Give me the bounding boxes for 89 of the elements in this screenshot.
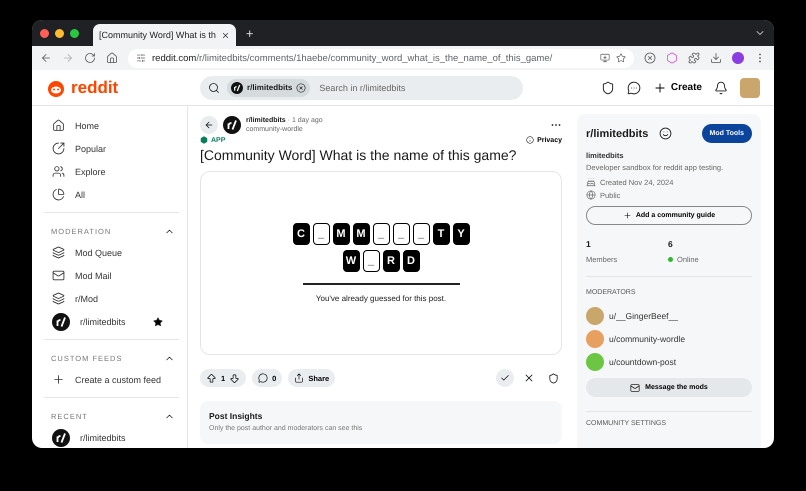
info-icon [526,136,534,144]
address-bar[interactable]: reddit.com/r/limitedbits/comments/1haebe/community_word_what_is_the_name_of_this_game/ [128,48,634,68]
app-icon [200,136,208,144]
stat-value: 1 [586,239,592,249]
nav-icon [52,119,65,132]
share-icon [294,373,304,383]
minimize-window-dot[interactable] [55,28,64,38]
search-icon [208,82,220,94]
plus-icon [622,211,632,220]
community-filter-chip[interactable]: r/limitedbits [227,78,310,96]
profile-avatar[interactable] [732,52,744,64]
moderator-item[interactable]: u/countdown-post [586,350,752,373]
nav-icon [52,165,65,178]
sidebar-item[interactable]: r/Mod [44,287,179,310]
reload-icon [84,52,96,64]
close-icon [523,372,535,384]
cake-icon [586,177,596,187]
notification-icon [714,80,728,94]
blank-tile: _ [372,223,390,245]
moderator-item[interactable]: u/__GingerBeef__ [586,304,752,327]
mod-icon [52,292,65,305]
maximize-window-dot[interactable] [70,28,79,38]
letter-tile: W [342,250,360,272]
check-icon [500,373,510,383]
remove-icon [296,82,306,92]
nav-icon [52,142,65,155]
nav-icon [52,188,65,201]
mail-icon [630,382,640,392]
bookmark-icon [616,53,626,63]
approve-button[interactable] [496,369,514,387]
globe-icon [586,190,596,200]
downvote-icon [229,372,240,384]
letter-tile: C [292,223,310,245]
extension-icon [666,52,678,64]
smiley-icon [659,127,672,140]
shield-icon [548,372,558,384]
new-tab-button[interactable]: + [246,26,254,40]
back-button[interactable] [200,116,218,134]
sidebar-item[interactable]: Popular [44,137,179,160]
home-icon [106,52,118,64]
plus-icon [52,373,65,386]
letter-tile: Y [452,223,470,245]
upvote-icon [206,372,217,384]
download-icon [710,52,722,64]
moderator-item[interactable]: u/community-wordle [586,327,752,350]
mod-icon [52,246,65,259]
search-field[interactable]: r/limitedbits Search in r/limitedbits [200,76,523,100]
blank-tile: _ [312,223,330,245]
sidebar-item[interactable]: All [44,183,179,206]
blank-tile: _ [412,223,430,245]
guess-message: You've already guessed for this post. [316,294,446,303]
star-icon [153,316,163,326]
site-settings-icon [136,53,146,63]
letter-tile: M [332,223,350,245]
blank-tile: _ [362,250,380,272]
community-icon [223,116,241,134]
sidebar-item[interactable]: Explore [44,160,179,183]
plus-icon [652,80,667,94]
letter-tile: R [382,250,400,272]
mod-shield-icon [600,80,615,94]
comment-icon [258,373,268,383]
close-window-dot[interactable] [40,28,49,38]
community-icon [52,312,70,330]
back-icon [40,52,52,64]
letter-tile: D [402,250,420,272]
insights-title: Post Insights [209,411,264,421]
browser-tab[interactable]: [Community Word] What is th [93,24,236,46]
sidebar-item[interactable]: Create a custom feed [44,368,179,391]
letter-tile: T [432,223,450,245]
back-icon [204,120,214,130]
stat-value: 6 [668,239,674,249]
chat-icon [626,80,641,94]
community-icon [231,82,243,94]
sidebar-item[interactable]: Home [44,114,179,137]
create-button[interactable]: Create [652,80,702,94]
sidebar-item[interactable]: Mod Queue [44,241,179,264]
blank-tile: _ [392,223,410,245]
letter-tile: M [352,223,370,245]
sidebar-item[interactable]: r/limitedbits [44,310,179,333]
extensions-icon [688,52,700,64]
forward-icon [62,52,74,64]
sidebar-item[interactable]: Mod Mail [44,264,179,287]
extension-icon [644,52,656,64]
mod-icon [52,269,65,282]
community-name: r/limitedbits [586,128,648,140]
install-icon [600,53,610,63]
post-title: [Community Word] What is the name of this game? [200,147,518,163]
sidebar-item[interactable]: r/limitedbits [44,426,179,448]
close-icon [220,30,230,40]
